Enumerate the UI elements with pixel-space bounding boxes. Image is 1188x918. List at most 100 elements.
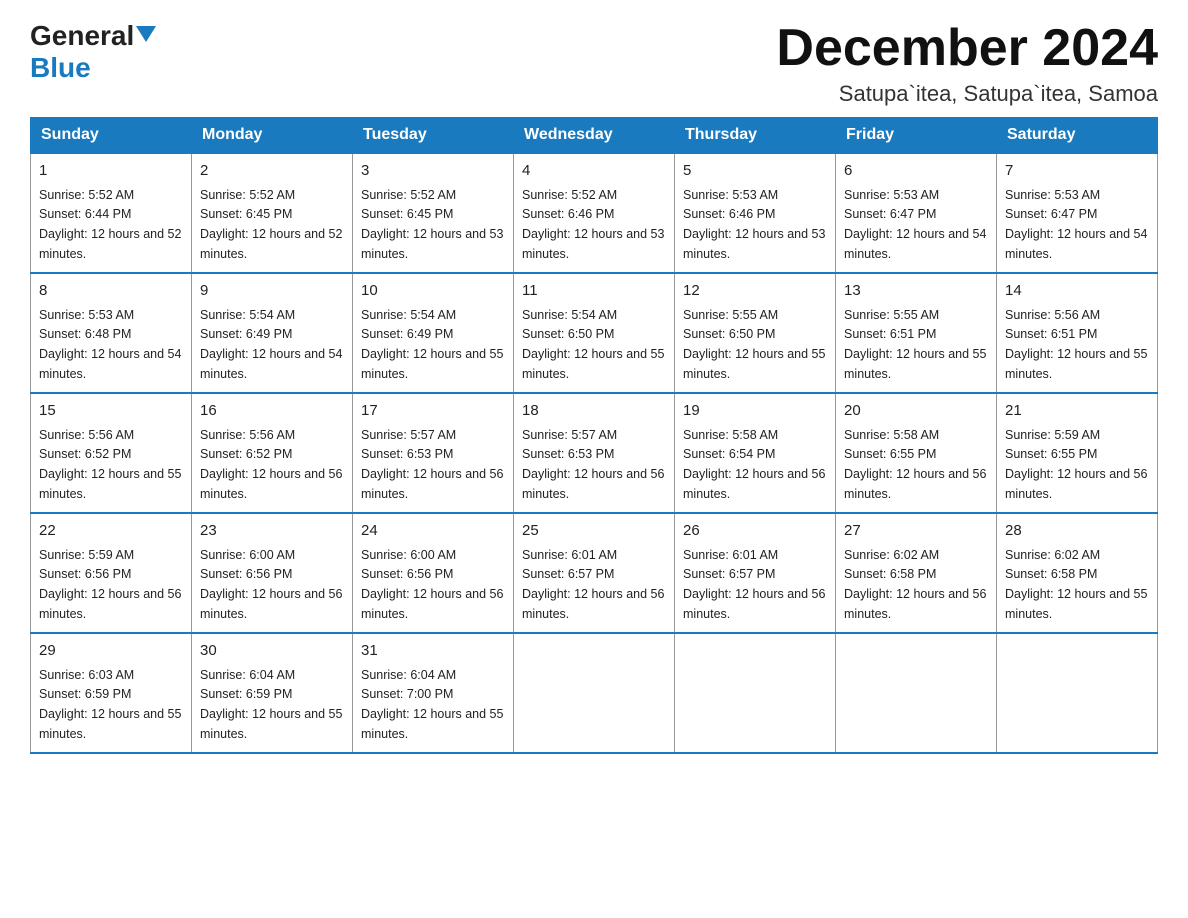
calendar-cell: 22 Sunrise: 5:59 AMSunset: 6:56 PMDayligh…: [31, 513, 192, 633]
day-detail: Sunrise: 5:54 AMSunset: 6:49 PMDaylight:…: [361, 308, 503, 381]
day-detail: Sunrise: 5:59 AMSunset: 6:56 PMDaylight:…: [39, 548, 181, 621]
calendar-cell: 26 Sunrise: 6:01 AMSunset: 6:57 PMDayligh…: [675, 513, 836, 633]
day-number: 13: [844, 280, 988, 303]
day-detail: Sunrise: 6:01 AMSunset: 6:57 PMDaylight:…: [522, 548, 664, 621]
day-number: 10: [361, 280, 505, 303]
day-number: 2: [200, 160, 344, 183]
day-number: 9: [200, 280, 344, 303]
month-title: December 2024: [776, 20, 1158, 77]
day-detail: Sunrise: 6:02 AMSunset: 6:58 PMDaylight:…: [844, 548, 986, 621]
calendar-cell: 16Sunrise: 5:56 AMSunset: 6:52 PMDayligh…: [192, 393, 353, 513]
calendar-cell: 27 Sunrise: 6:02 AMSunset: 6:58 PMDayligh…: [836, 513, 997, 633]
calendar-cell: 9 Sunrise: 5:54 AMSunset: 6:49 PMDaylight…: [192, 273, 353, 393]
day-detail: Sunrise: 5:57 AMSunset: 6:53 PMDaylight:…: [361, 428, 503, 501]
day-detail: Sunrise: 5:54 AMSunset: 6:49 PMDaylight:…: [200, 308, 342, 381]
day-number: 16: [200, 400, 344, 423]
calendar-cell: 2 Sunrise: 5:52 AMSunset: 6:45 PMDaylight…: [192, 153, 353, 273]
calendar-cell: 5Sunrise: 5:53 AMSunset: 6:46 PMDaylight…: [675, 153, 836, 273]
calendar-cell: 17 Sunrise: 5:57 AMSunset: 6:53 PMDayligh…: [353, 393, 514, 513]
day-detail: Sunrise: 5:57 AMSunset: 6:53 PMDaylight:…: [522, 428, 664, 501]
day-number: 7: [1005, 160, 1149, 183]
calendar-week-row: 8 Sunrise: 5:53 AMSunset: 6:48 PMDaylight…: [31, 273, 1158, 393]
day-detail: Sunrise: 6:04 AMSunset: 6:59 PMDaylight:…: [200, 668, 342, 741]
calendar-cell: 20Sunrise: 5:58 AMSunset: 6:55 PMDayligh…: [836, 393, 997, 513]
logo-general: General: [30, 20, 156, 52]
day-number: 21: [1005, 400, 1149, 423]
calendar-cell: 6Sunrise: 5:53 AMSunset: 6:47 PMDaylight…: [836, 153, 997, 273]
day-number: 22: [39, 520, 183, 543]
day-number: 29: [39, 640, 183, 663]
day-detail: Sunrise: 5:58 AMSunset: 6:55 PMDaylight:…: [844, 428, 986, 501]
day-number: 12: [683, 280, 827, 303]
day-detail: Sunrise: 5:59 AMSunset: 6:55 PMDaylight:…: [1005, 428, 1147, 501]
day-detail: Sunrise: 6:00 AMSunset: 6:56 PMDaylight:…: [200, 548, 342, 621]
day-number: 18: [522, 400, 666, 423]
day-number: 6: [844, 160, 988, 183]
day-detail: Sunrise: 5:52 AMSunset: 6:44 PMDaylight:…: [39, 188, 181, 261]
calendar-cell: 14 Sunrise: 5:56 AMSunset: 6:51 PMDayligh…: [997, 273, 1158, 393]
header-wednesday: Wednesday: [514, 118, 675, 154]
day-detail: Sunrise: 5:52 AMSunset: 6:45 PMDaylight:…: [200, 188, 342, 261]
day-number: 11: [522, 280, 666, 303]
day-number: 25: [522, 520, 666, 543]
calendar-week-row: 22 Sunrise: 5:59 AMSunset: 6:56 PMDayligh…: [31, 513, 1158, 633]
day-detail: Sunrise: 6:01 AMSunset: 6:57 PMDaylight:…: [683, 548, 825, 621]
day-detail: Sunrise: 5:58 AMSunset: 6:54 PMDaylight:…: [683, 428, 825, 501]
calendar-cell: 31 Sunrise: 6:04 AMSunset: 7:00 PMDayligh…: [353, 633, 514, 753]
day-detail: Sunrise: 6:00 AMSunset: 6:56 PMDaylight:…: [361, 548, 503, 621]
calendar-week-row: 15 Sunrise: 5:56 AMSunset: 6:52 PMDayligh…: [31, 393, 1158, 513]
day-number: 17: [361, 400, 505, 423]
day-detail: Sunrise: 5:56 AMSunset: 6:52 PMDaylight:…: [39, 428, 181, 501]
calendar-cell: 10 Sunrise: 5:54 AMSunset: 6:49 PMDayligh…: [353, 273, 514, 393]
calendar-header-row: SundayMondayTuesdayWednesdayThursdayFrid…: [31, 118, 1158, 154]
calendar-cell: 3 Sunrise: 5:52 AMSunset: 6:45 PMDaylight…: [353, 153, 514, 273]
calendar-cell: [997, 633, 1158, 753]
day-detail: Sunrise: 5:55 AMSunset: 6:51 PMDaylight:…: [844, 308, 986, 381]
calendar-cell: 29 Sunrise: 6:03 AMSunset: 6:59 PMDayligh…: [31, 633, 192, 753]
calendar-cell: 18 Sunrise: 5:57 AMSunset: 6:53 PMDayligh…: [514, 393, 675, 513]
day-number: 24: [361, 520, 505, 543]
calendar-cell: 25 Sunrise: 6:01 AMSunset: 6:57 PMDayligh…: [514, 513, 675, 633]
day-number: 26: [683, 520, 827, 543]
day-number: 28: [1005, 520, 1149, 543]
calendar-week-row: 29 Sunrise: 6:03 AMSunset: 6:59 PMDayligh…: [31, 633, 1158, 753]
day-number: 23: [200, 520, 344, 543]
header-monday: Monday: [192, 118, 353, 154]
header-friday: Friday: [836, 118, 997, 154]
header-sunday: Sunday: [31, 118, 192, 154]
day-number: 3: [361, 160, 505, 183]
calendar-cell: 30 Sunrise: 6:04 AMSunset: 6:59 PMDayligh…: [192, 633, 353, 753]
day-detail: Sunrise: 5:56 AMSunset: 6:51 PMDaylight:…: [1005, 308, 1147, 381]
day-detail: Sunrise: 6:03 AMSunset: 6:59 PMDaylight:…: [39, 668, 181, 741]
day-number: 5: [683, 160, 827, 183]
day-detail: Sunrise: 5:55 AMSunset: 6:50 PMDaylight:…: [683, 308, 825, 381]
calendar-cell: 24 Sunrise: 6:00 AMSunset: 6:56 PMDayligh…: [353, 513, 514, 633]
day-number: 30: [200, 640, 344, 663]
title-block: December 2024 Satupa`itea, Satupa`itea, …: [776, 20, 1158, 107]
header-saturday: Saturday: [997, 118, 1158, 154]
calendar-cell: 11 Sunrise: 5:54 AMSunset: 6:50 PMDayligh…: [514, 273, 675, 393]
day-number: 8: [39, 280, 183, 303]
day-detail: Sunrise: 5:52 AMSunset: 6:46 PMDaylight:…: [522, 188, 664, 261]
calendar-cell: [836, 633, 997, 753]
day-detail: Sunrise: 6:04 AMSunset: 7:00 PMDaylight:…: [361, 668, 503, 741]
page-header: General Blue December 2024 Satupa`itea, …: [30, 20, 1158, 107]
day-detail: Sunrise: 5:52 AMSunset: 6:45 PMDaylight:…: [361, 188, 503, 261]
day-detail: Sunrise: 6:02 AMSunset: 6:58 PMDaylight:…: [1005, 548, 1147, 621]
calendar-cell: 12 Sunrise: 5:55 AMSunset: 6:50 PMDayligh…: [675, 273, 836, 393]
day-number: 14: [1005, 280, 1149, 303]
calendar-cell: 13 Sunrise: 5:55 AMSunset: 6:51 PMDayligh…: [836, 273, 997, 393]
day-number: 27: [844, 520, 988, 543]
logo-triangle-icon: [136, 26, 156, 42]
day-number: 15: [39, 400, 183, 423]
calendar-week-row: 1 Sunrise: 5:52 AMSunset: 6:44 PMDaylight…: [31, 153, 1158, 273]
calendar-cell: 15 Sunrise: 5:56 AMSunset: 6:52 PMDayligh…: [31, 393, 192, 513]
logo: General Blue: [30, 20, 156, 84]
day-number: 1: [39, 160, 183, 183]
day-detail: Sunrise: 5:53 AMSunset: 6:48 PMDaylight:…: [39, 308, 181, 381]
day-number: 19: [683, 400, 827, 423]
day-number: 31: [361, 640, 505, 663]
day-number: 4: [522, 160, 666, 183]
day-detail: Sunrise: 5:54 AMSunset: 6:50 PMDaylight:…: [522, 308, 664, 381]
logo-blue-text: Blue: [30, 52, 156, 84]
